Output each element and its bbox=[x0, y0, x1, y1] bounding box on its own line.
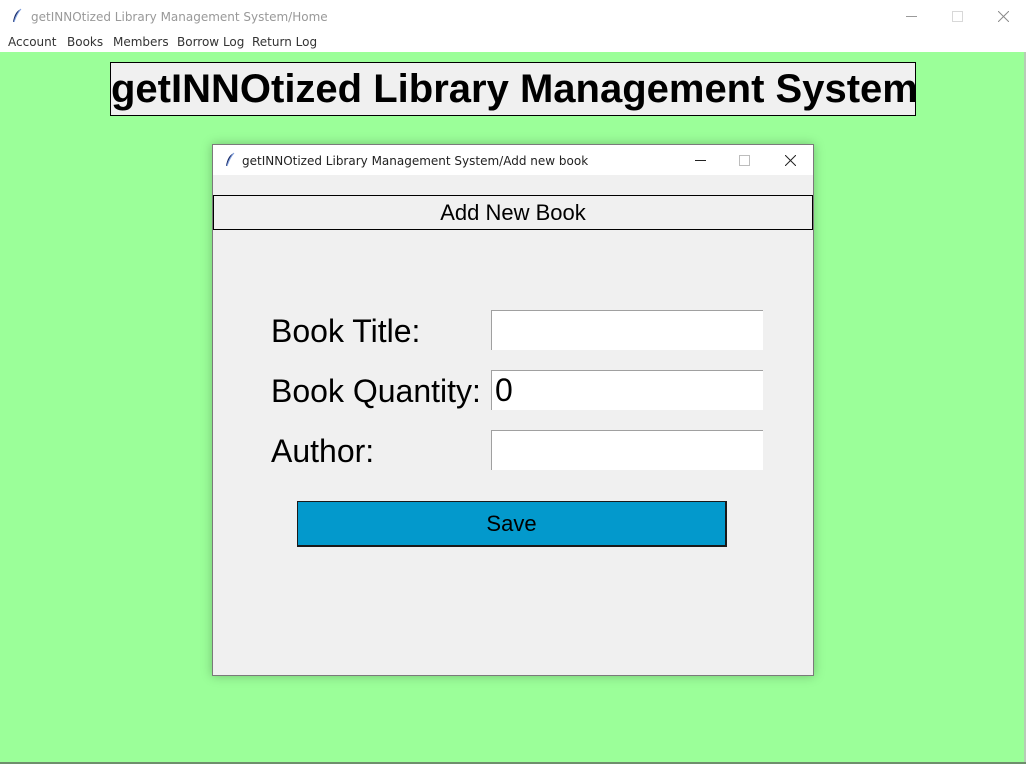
minimize-icon bbox=[694, 155, 706, 166]
menu-borrow-log[interactable]: Borrow Log bbox=[176, 34, 245, 50]
maximize-button[interactable] bbox=[934, 0, 980, 32]
dialog-title: getINNOtized Library Management System/A… bbox=[242, 154, 589, 168]
add-book-dialog: getINNOtized Library Management System/A… bbox=[212, 144, 814, 676]
maximize-icon bbox=[951, 10, 963, 22]
menu-members[interactable]: Members bbox=[112, 34, 170, 50]
menu-account[interactable]: Account bbox=[7, 34, 57, 50]
minimize-icon bbox=[905, 11, 917, 22]
book-quantity-input[interactable] bbox=[491, 370, 763, 410]
save-button[interactable]: Save bbox=[297, 501, 727, 547]
book-quantity-label: Book Quantity: bbox=[271, 373, 481, 409]
menu-books[interactable]: Books bbox=[66, 34, 104, 50]
maximize-icon bbox=[738, 154, 750, 166]
dialog-maximize-button[interactable] bbox=[721, 145, 767, 175]
feather-icon bbox=[223, 152, 237, 168]
book-title-label: Book Title: bbox=[271, 313, 421, 349]
main-window-titlebar[interactable]: getINNOtized Library Management System/H… bbox=[0, 0, 1026, 32]
menu-return-log[interactable]: Return Log bbox=[251, 34, 318, 50]
dialog-close-button[interactable] bbox=[767, 145, 813, 175]
feather-icon bbox=[10, 8, 24, 24]
book-title-input[interactable] bbox=[491, 310, 763, 350]
author-label: Author: bbox=[271, 433, 375, 469]
dialog-minimize-button[interactable] bbox=[677, 145, 723, 175]
form-heading: Add New Book bbox=[213, 195, 813, 230]
author-input[interactable] bbox=[491, 430, 763, 470]
close-icon bbox=[997, 10, 1009, 22]
main-window-title: getINNOtized Library Management System/H… bbox=[31, 10, 328, 24]
close-icon bbox=[784, 154, 796, 166]
minimize-button[interactable] bbox=[888, 0, 934, 32]
main-heading: getINNOtized Library Management System bbox=[110, 62, 918, 116]
menubar: Account Books Members Borrow Log Return … bbox=[0, 32, 1026, 52]
dialog-titlebar[interactable]: getINNOtized Library Management System/A… bbox=[213, 145, 813, 175]
close-button[interactable] bbox=[980, 0, 1026, 32]
